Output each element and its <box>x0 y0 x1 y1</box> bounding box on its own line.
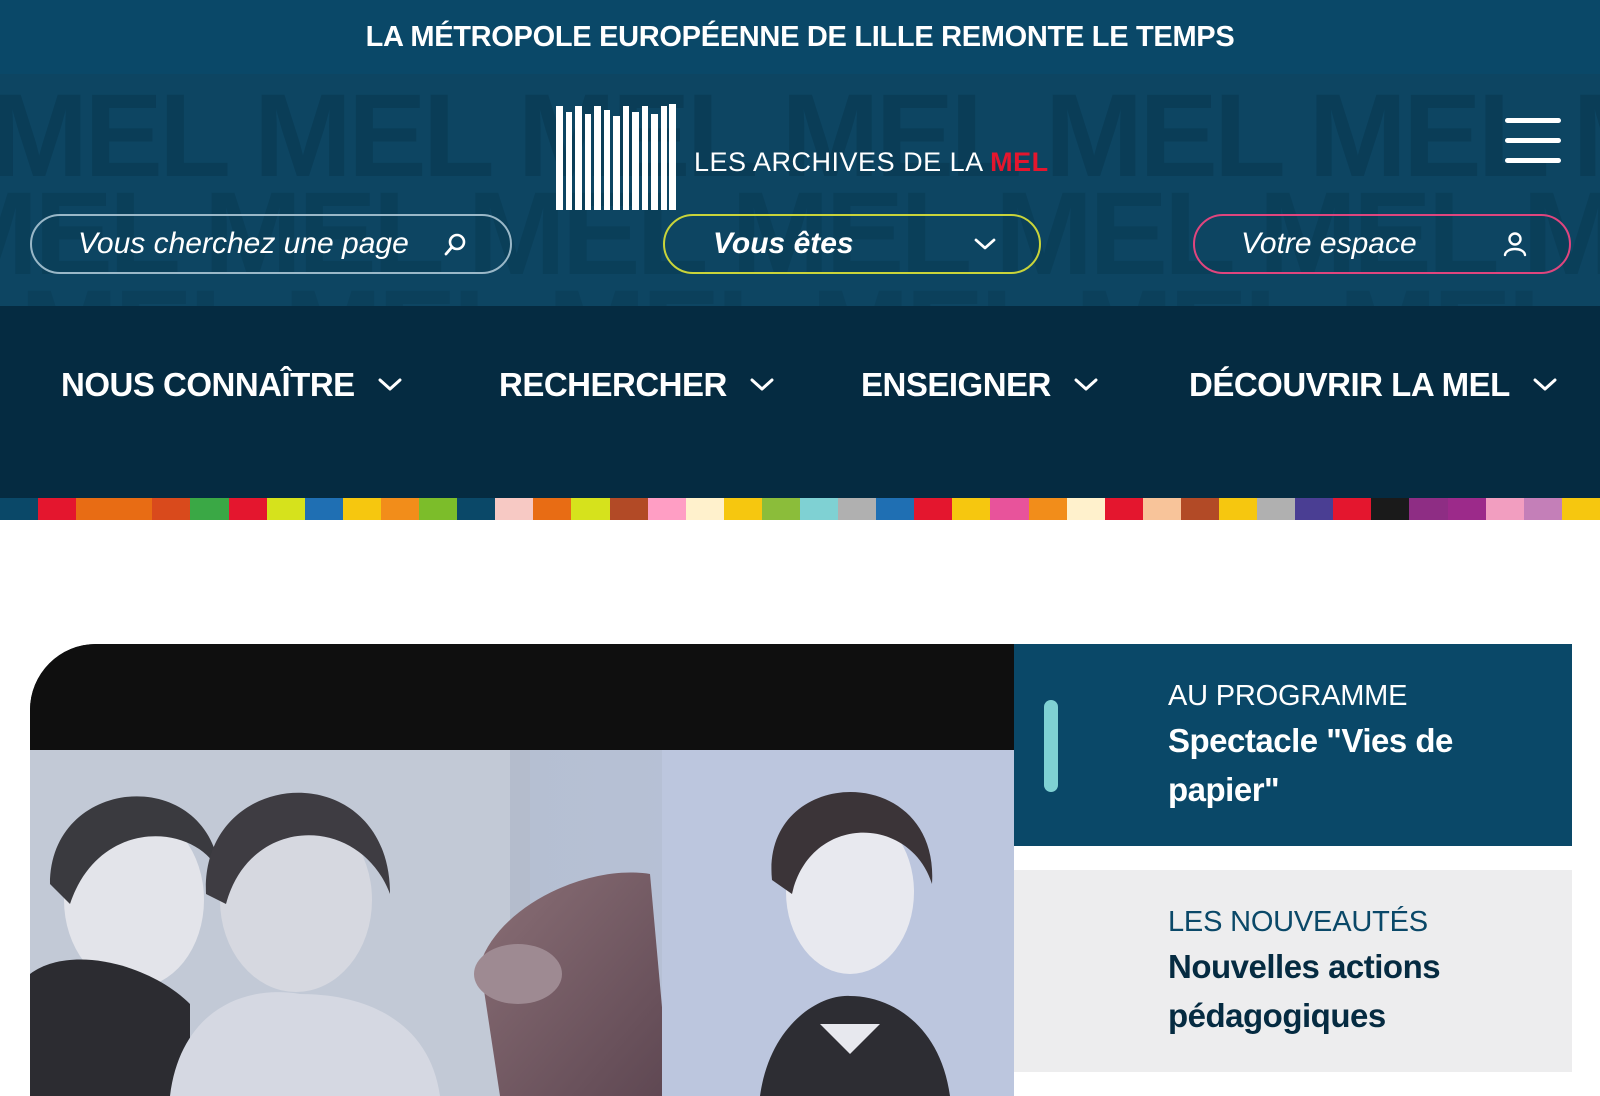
color-strip-segment <box>495 498 534 520</box>
main-nav: NOUS CONNAÎTRE RECHERCHER ENSEIGNER DÉCO… <box>0 306 1600 498</box>
search-placeholder: Vous cherchez une page <box>78 227 409 260</box>
color-strip-segment <box>1104 498 1143 520</box>
nav-item-label: DÉCOUVRIR LA MEL <box>1189 366 1510 403</box>
color-strip-segment <box>685 498 724 520</box>
nav-item-label: ENSEIGNER <box>861 366 1051 403</box>
color-strip-segment <box>876 498 915 520</box>
color-strip-segment <box>952 498 991 520</box>
color-strip-segment <box>838 498 877 520</box>
archives-logo-icon <box>556 104 676 210</box>
color-strip-segment <box>380 498 420 520</box>
color-strip-segment <box>1485 498 1524 520</box>
color-strip-segment <box>1142 498 1181 520</box>
chevron-down-icon <box>1074 378 1098 391</box>
color-strip-segment <box>228 498 267 520</box>
color-strip-segment <box>342 498 381 520</box>
color-strip-segment <box>1409 498 1448 520</box>
color-strip-segment <box>1295 498 1334 520</box>
top-banner-text: LA MÉTROPOLE EUROPÉENNE DE LILLE REMONTE… <box>365 20 1235 53</box>
profile-select[interactable]: Vous êtes <box>663 214 1041 274</box>
color-strip-segment <box>1219 498 1258 520</box>
chevron-down-icon <box>1533 378 1557 391</box>
color-strip-segment <box>457 498 496 520</box>
account-button[interactable]: Votre espace <box>1193 214 1571 274</box>
color-strip-segment <box>190 498 229 520</box>
program-card-title: Spectacle "Vies de papier" <box>1168 722 1453 808</box>
color-strip-segment <box>152 498 191 520</box>
color-strip-segment <box>1066 498 1105 520</box>
site-logo[interactable]: LES ARCHIVES DE LA MEL <box>556 104 1049 210</box>
color-strip-segment <box>266 498 305 520</box>
color-strip-segment <box>0 498 39 520</box>
color-strip-segment <box>799 498 839 520</box>
color-strip-segment <box>1447 498 1486 520</box>
nav-item-enseigner[interactable]: ENSEIGNER <box>861 366 1099 404</box>
color-strip-segment <box>1561 498 1600 520</box>
color-strip-segment <box>1523 498 1562 520</box>
account-label: Votre espace <box>1241 227 1417 260</box>
color-strip-segment <box>533 498 572 520</box>
color-strip-segment <box>1371 498 1410 520</box>
chevron-down-icon <box>750 378 774 391</box>
color-strip-segment <box>609 498 648 520</box>
color-strip-segment <box>1028 498 1067 520</box>
color-strip-segment <box>76 498 115 520</box>
color-strip-segment <box>38 498 77 520</box>
chevron-down-icon <box>974 238 996 250</box>
color-strip-segment <box>761 498 800 520</box>
program-card-kicker: AU PROGRAMME <box>1168 680 1408 712</box>
color-strip-segment <box>1180 498 1219 520</box>
color-strip-segment <box>723 498 762 520</box>
chevron-down-icon <box>378 378 402 391</box>
top-banner: LA MÉTROPOLE EUROPÉENNE DE LILLE REMONTE… <box>0 0 1600 74</box>
news-card-kicker: LES NOUVEAUTÉS <box>1168 906 1428 938</box>
nav-item-nous-connaitre[interactable]: NOUS CONNAÎTRE <box>61 366 403 404</box>
search-input[interactable]: Vous cherchez une page <box>30 214 512 274</box>
user-icon <box>1503 232 1527 257</box>
news-card-title: Nouvelles actions pédagogiques <box>1168 948 1441 1034</box>
program-card-accent-bar <box>1044 700 1058 792</box>
logo-mel: MEL <box>990 146 1049 177</box>
color-strip-segment <box>990 498 1029 520</box>
color-strip-segment <box>914 498 953 520</box>
color-strip-segment <box>1257 498 1296 520</box>
color-strip-segment <box>571 498 610 520</box>
nav-item-label: RECHERCHER <box>499 366 727 403</box>
color-strip-segment <box>419 498 458 520</box>
color-strip-segment <box>1333 498 1372 520</box>
color-strip-segment <box>647 498 686 520</box>
color-strip-segment <box>114 498 153 520</box>
news-card[interactable]: LES NOUVEAUTÉS Nouvelles actions pédagog… <box>1014 870 1572 1072</box>
nav-item-rechercher[interactable]: RECHERCHER <box>499 366 775 404</box>
color-strip-segment <box>304 498 343 520</box>
search-icon <box>444 233 466 256</box>
logo-text: LES ARCHIVES DE LA MEL <box>694 146 1049 177</box>
nav-item-label: NOUS CONNAÎTRE <box>61 366 355 403</box>
hamburger-icon <box>1505 118 1561 163</box>
menu-button[interactable] <box>1505 118 1561 166</box>
hero-image[interactable] <box>30 644 1014 1096</box>
decorative-color-strip <box>0 498 1600 520</box>
profile-select-label: Vous êtes <box>713 227 854 260</box>
nav-item-decouvrir-la-mel[interactable]: DÉCOUVRIR LA MEL <box>1189 366 1558 404</box>
hero-photo <box>30 644 1014 1096</box>
program-card[interactable]: AU PROGRAMME Spectacle "Vies de papier" <box>1014 644 1572 846</box>
